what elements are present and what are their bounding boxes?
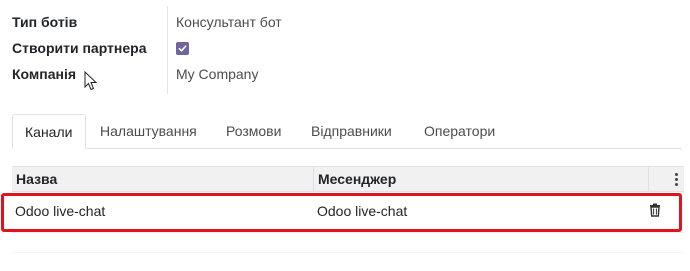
column-header-name[interactable]: Назва	[16, 167, 57, 191]
checkbox-checked[interactable]	[176, 41, 189, 55]
tab-settings[interactable]: Налаштування	[88, 114, 209, 147]
empty-row-divider	[12, 252, 684, 253]
mouse-pointer-icon	[84, 71, 98, 91]
check-icon	[178, 44, 187, 52]
column-separator	[648, 167, 649, 191]
tab-operators[interactable]: Оператори	[412, 114, 507, 147]
column-separator	[313, 167, 314, 191]
empty-row-divider	[12, 232, 684, 233]
column-header-messenger[interactable]: Месенджер	[318, 167, 396, 191]
table-header: Назва Месенджер	[12, 166, 684, 192]
row-highlight-box	[1, 193, 682, 232]
field-label-bot-type: Тип ботів	[12, 14, 78, 30]
field-label-company: Компанія	[12, 66, 77, 82]
field-value-bot-type[interactable]: Консультант бот	[176, 12, 282, 32]
tab-senders[interactable]: Відправники	[299, 114, 404, 147]
create-partner-checkbox[interactable]	[176, 38, 189, 58]
field-separator	[167, 6, 168, 94]
tab-conversations[interactable]: Розмови	[214, 114, 293, 147]
kebab-menu-icon[interactable]	[675, 173, 678, 186]
tab-channels[interactable]: Канали	[12, 114, 86, 149]
notebook-tabs: Канали Налаштування Розмови Відправники …	[12, 114, 682, 149]
field-value-company[interactable]: My Company	[176, 64, 258, 84]
field-label-create-partner: Створити партнера	[12, 40, 147, 56]
